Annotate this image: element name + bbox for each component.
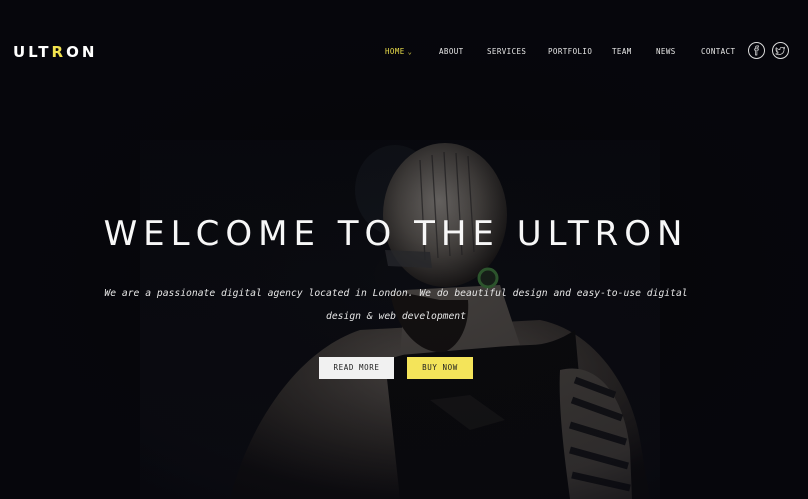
buy-now-button[interactable]: BUY NOW (407, 357, 473, 379)
nav-item-about[interactable]: ABOUT (439, 45, 464, 59)
nav-item-label: HOME (385, 47, 405, 56)
logo-text-prefix: ULT (13, 43, 52, 61)
nav-item-home[interactable]: HOME ⌄ (385, 45, 412, 59)
logo-text-suffix: ON (66, 43, 98, 61)
read-more-button[interactable]: READ MORE (319, 357, 394, 379)
hero-subtitle: We are a passionate digital agency locat… (104, 288, 688, 322)
logo-text-accent: R (51, 43, 67, 61)
hero-title: WELCOME TO THE ULTRON (103, 214, 689, 254)
chevron-down-icon: ⌄ (407, 48, 413, 56)
twitter-icon[interactable] (772, 42, 789, 59)
facebook-icon[interactable] (748, 42, 765, 59)
nav-item-portfolio[interactable]: PORTFOLIO (548, 45, 592, 59)
nav-item-contact[interactable]: CONTACT (701, 45, 735, 59)
brand-logo[interactable]: ULTRON (13, 43, 97, 61)
nav-item-services[interactable]: SERVICES (487, 45, 526, 59)
nav-item-news[interactable]: NEWS (656, 45, 676, 59)
nav-item-team[interactable]: TEAM (612, 45, 632, 59)
